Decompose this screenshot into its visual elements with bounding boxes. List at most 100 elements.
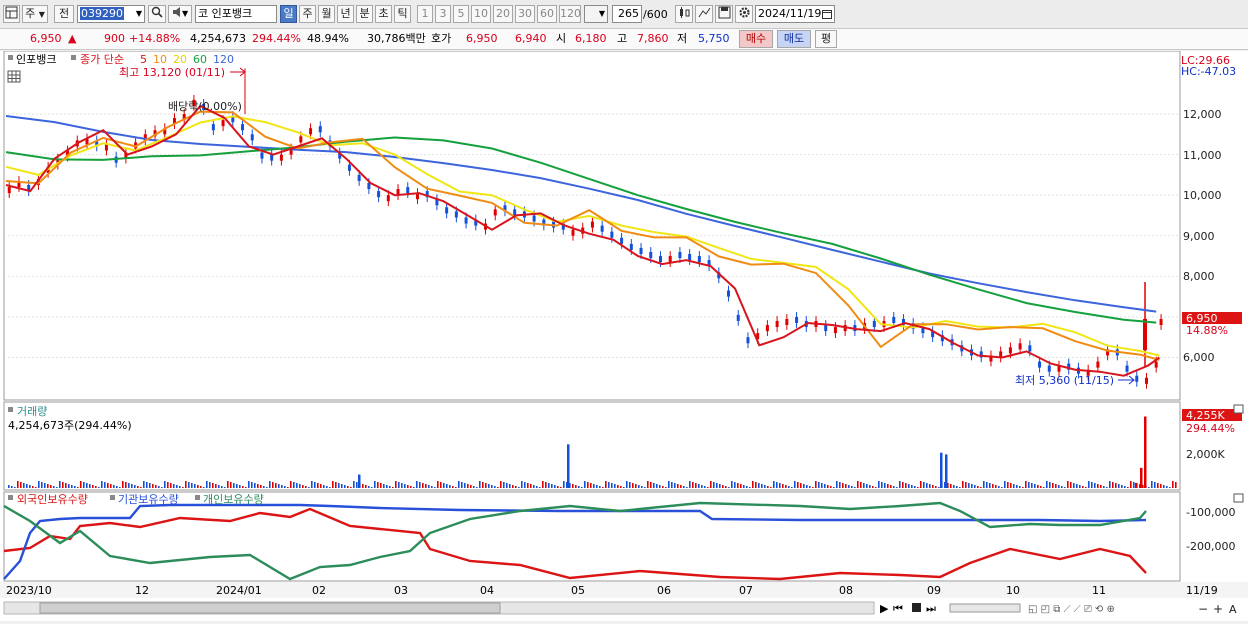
save-icon[interactable] bbox=[715, 5, 733, 23]
volume-bar bbox=[623, 487, 625, 488]
volume-bar bbox=[1007, 482, 1009, 488]
volume-bar bbox=[23, 483, 25, 488]
volume-bar bbox=[212, 483, 214, 488]
x-tick: 12 bbox=[135, 584, 149, 597]
volume-bar bbox=[167, 482, 169, 488]
legend-marker bbox=[8, 495, 13, 500]
date-input[interactable]: 2024/11/19 bbox=[755, 5, 835, 23]
volume-bar bbox=[761, 484, 763, 488]
interval-30[interactable]: 30 bbox=[515, 5, 535, 23]
interval-120[interactable]: 120 bbox=[559, 5, 581, 23]
interval-10[interactable]: 10 bbox=[471, 5, 491, 23]
candle-icon[interactable] bbox=[675, 5, 693, 23]
volume-bar bbox=[1022, 487, 1024, 488]
price-change: 900 bbox=[104, 32, 125, 45]
zoom-slider[interactable] bbox=[949, 603, 1021, 613]
volume-bar bbox=[389, 486, 391, 488]
scrollbar-thumb[interactable] bbox=[39, 602, 501, 614]
search-icon[interactable] bbox=[148, 5, 166, 23]
volume-bar bbox=[551, 484, 553, 488]
volume-bar bbox=[638, 485, 640, 488]
interval-5[interactable]: 5 bbox=[453, 5, 469, 23]
volume-bar bbox=[104, 482, 106, 488]
stop-icon[interactable] bbox=[912, 603, 921, 612]
volume-bar bbox=[1118, 484, 1120, 488]
volume-bar bbox=[140, 487, 142, 488]
eval-button[interactable]: 평 bbox=[815, 30, 837, 48]
volume-bar bbox=[1055, 484, 1057, 488]
volume-bar bbox=[887, 484, 889, 488]
chart-type-icon[interactable] bbox=[3, 5, 20, 23]
volume-bar bbox=[788, 486, 790, 488]
volume-bar bbox=[746, 486, 748, 488]
count-input[interactable]: 265 bbox=[612, 5, 642, 23]
volume-bar bbox=[1163, 485, 1165, 488]
volume-bar bbox=[1097, 484, 1099, 488]
chart-tools-icon[interactable]: ◱ ◰ ⧉ ⟋ ⟋ ⎚ ⟲ ⊕ bbox=[1028, 604, 1115, 615]
volume-bar bbox=[905, 483, 907, 488]
chevron-down-icon[interactable]: ▼ bbox=[136, 6, 142, 22]
volume-bar bbox=[1010, 483, 1012, 488]
zoom-in-icon[interactable]: + bbox=[1213, 602, 1223, 616]
tab-day[interactable]: 일 bbox=[280, 5, 297, 23]
tab-second[interactable]: 초 bbox=[375, 5, 392, 23]
tab-month[interactable]: 월 bbox=[318, 5, 335, 23]
volume-bar bbox=[620, 486, 622, 488]
scroll-right-icon[interactable]: ▶ bbox=[880, 602, 889, 615]
volume-bar bbox=[392, 487, 394, 488]
sell-button[interactable]: 매도 bbox=[777, 30, 811, 48]
candle-body bbox=[600, 225, 604, 232]
volume-bar bbox=[1085, 487, 1087, 488]
volume-bar bbox=[176, 485, 178, 488]
tab-minute[interactable]: 분 bbox=[356, 5, 373, 23]
zoom-out-icon[interactable]: − bbox=[1198, 602, 1208, 616]
stock-code-input[interactable]: 039290 ▼ bbox=[77, 5, 145, 23]
table-icon[interactable] bbox=[7, 70, 21, 83]
volume-bar bbox=[1031, 483, 1033, 488]
panel-close-icon[interactable] bbox=[1233, 493, 1244, 503]
volume-bar bbox=[380, 483, 382, 488]
stock-name-field[interactable]: 코 인포뱅크 bbox=[195, 5, 277, 23]
stock-chart[interactable]: 인포뱅크 종가 단순 5 10 20 60 120 최고 13,120 (01/… bbox=[0, 50, 1248, 621]
mode-select[interactable]: 주 ▼ bbox=[22, 5, 48, 23]
volume-bar bbox=[485, 483, 487, 488]
candle-body bbox=[872, 320, 876, 328]
volume-bar bbox=[899, 481, 901, 488]
tab-year[interactable]: 년 bbox=[337, 5, 354, 23]
volume-bar bbox=[1094, 483, 1096, 488]
play-icon[interactable]: ⏭ bbox=[926, 602, 936, 615]
x-tick: 05 bbox=[571, 584, 585, 597]
volume-bar bbox=[350, 487, 352, 488]
speaker-icon[interactable]: ▼ bbox=[168, 5, 192, 23]
prev-button[interactable]: 전 bbox=[54, 5, 74, 23]
interval-1[interactable]: 1 bbox=[417, 5, 433, 23]
volume-bar bbox=[863, 483, 865, 488]
interval-3[interactable]: 3 bbox=[435, 5, 451, 23]
auto-scale-icon[interactable]: A bbox=[1229, 603, 1237, 616]
volume-bar bbox=[932, 485, 934, 488]
volume-bar bbox=[362, 484, 364, 488]
volume-bar bbox=[677, 484, 679, 488]
interval-60[interactable]: 60 bbox=[537, 5, 557, 23]
volume-bar bbox=[467, 484, 469, 488]
candle-body bbox=[464, 217, 468, 224]
gear-icon[interactable] bbox=[735, 5, 753, 23]
interval-20[interactable]: 20 bbox=[493, 5, 513, 23]
tab-week[interactable]: 주 bbox=[299, 5, 316, 23]
volume-bar bbox=[929, 484, 931, 488]
volume-bar bbox=[194, 484, 196, 488]
tab-tick[interactable]: 틱 bbox=[394, 5, 411, 23]
volume-bar bbox=[227, 481, 229, 488]
calendar-icon[interactable] bbox=[822, 8, 832, 22]
volume-bar bbox=[83, 482, 85, 488]
volume-bar bbox=[32, 486, 34, 488]
volume-bar bbox=[812, 487, 814, 488]
interval-dropdown[interactable]: ▼ bbox=[584, 5, 608, 23]
rewind-icon[interactable]: ⏮ bbox=[893, 602, 903, 615]
line-tool-icon[interactable] bbox=[695, 5, 713, 23]
volume-bar bbox=[503, 482, 505, 488]
panel-close-icon[interactable] bbox=[1233, 404, 1244, 414]
volume-bar bbox=[281, 485, 283, 488]
ask-price: 6,950 bbox=[466, 32, 498, 45]
buy-button[interactable]: 매수 bbox=[739, 30, 773, 48]
